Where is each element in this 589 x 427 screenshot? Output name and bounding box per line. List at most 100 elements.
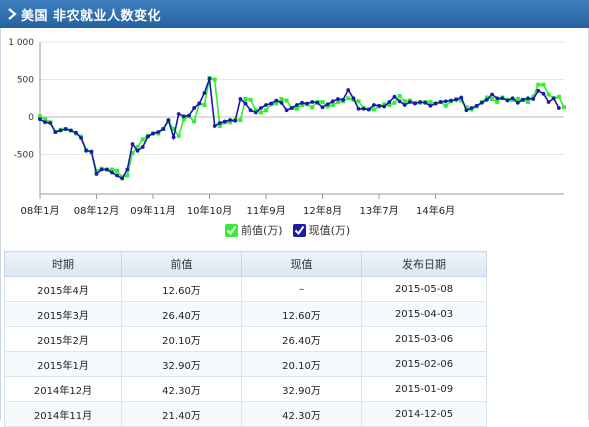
data-point-curr xyxy=(459,95,464,100)
cell-date: 2015-04-03 xyxy=(361,301,487,327)
data-point-curr xyxy=(433,101,438,106)
data-point-prev xyxy=(294,106,299,111)
data-point-curr xyxy=(207,76,212,81)
data-point-curr xyxy=(541,91,546,96)
cell-period: 2015年3月 xyxy=(4,301,122,327)
data-point-prev xyxy=(330,103,335,107)
data-point-curr xyxy=(181,114,186,119)
data-point-prev xyxy=(238,118,243,122)
data-point-prev xyxy=(392,100,397,105)
cell-curr: – xyxy=(241,276,362,302)
page-title: 美国 非农就业人数变化 xyxy=(21,8,162,24)
x-tick-label: 08年1月 xyxy=(20,204,59,217)
data-point-curr xyxy=(192,106,197,110)
cell-curr: 20.10万 xyxy=(241,351,362,377)
data-point-curr xyxy=(521,97,525,102)
cell-date: 2014-12-05 xyxy=(361,401,487,427)
cell-prev: 21.40万 xyxy=(121,401,242,427)
series-line-prev xyxy=(39,76,565,178)
data-point-curr xyxy=(449,98,453,103)
data-point-curr xyxy=(161,127,166,131)
data-point-curr xyxy=(402,103,407,107)
legend-item-curr[interactable]: 现值(万) xyxy=(292,222,351,238)
data-point-curr xyxy=(443,99,448,104)
data-table: 时期 前值 现值 发布日期 2015年4月 12.60万 – 2015-05-0… xyxy=(4,251,487,427)
data-point-curr xyxy=(176,112,181,116)
data-point-curr xyxy=(295,103,299,107)
data-point-curr xyxy=(151,131,155,136)
data-point-prev xyxy=(202,103,207,107)
cell-prev: 20.10万 xyxy=(121,326,242,352)
data-point-prev xyxy=(284,98,289,103)
data-point-curr xyxy=(372,103,376,107)
data-point-curr xyxy=(171,135,176,140)
data-point-prev xyxy=(264,108,268,113)
cell-date: 2015-01-09 xyxy=(361,376,487,402)
chevron-right-icon xyxy=(8,8,17,20)
data-point-curr xyxy=(366,107,371,112)
x-tick-label: 09年11月 xyxy=(130,204,175,217)
data-point-curr xyxy=(315,100,320,105)
cell-prev: 26.40万 xyxy=(121,301,242,327)
x-tick-label: 10年10月 xyxy=(187,204,232,217)
data-point-curr xyxy=(253,110,258,115)
data-point-prev xyxy=(515,97,520,101)
chart-header: 美国 非农就业人数变化 xyxy=(0,0,589,28)
data-point-curr xyxy=(238,97,243,101)
legend-item-prev[interactable]: 前值(万) xyxy=(225,222,283,238)
data-point-curr xyxy=(490,92,494,97)
data-point-curr xyxy=(361,106,366,111)
data-point-prev xyxy=(546,92,551,97)
data-point-curr xyxy=(217,121,222,125)
data-point-curr xyxy=(387,100,392,104)
legend-label-prev: 前值(万) xyxy=(241,224,283,237)
x-tick-label: 14年6月 xyxy=(416,204,455,217)
data-point-prev xyxy=(428,100,433,104)
x-tick-label: 12年8月 xyxy=(303,204,342,217)
data-point-curr xyxy=(197,101,202,106)
data-point-curr xyxy=(248,108,253,113)
chart-series xyxy=(38,76,566,181)
y-tick-label: 500 xyxy=(17,76,34,86)
table-row: 2014年12月 42.30万 32.90万 2015-01-09 xyxy=(4,376,487,402)
data-point-curr xyxy=(300,100,304,105)
data-point-curr xyxy=(130,142,135,146)
data-point-curr xyxy=(202,91,207,95)
cell-date: 2015-02-06 xyxy=(361,351,487,377)
data-point-curr xyxy=(392,94,397,99)
data-point-curr xyxy=(48,121,53,125)
data-point-curr xyxy=(140,145,145,149)
table-header-row: 时期 前值 现值 发布日期 xyxy=(4,251,487,277)
y-tick-label: 0 xyxy=(28,113,34,123)
data-point-prev xyxy=(536,82,541,87)
data-point-curr xyxy=(531,97,536,101)
x-tick-label: 13年7月 xyxy=(360,204,399,217)
data-point-curr xyxy=(38,117,42,122)
cell-prev: 12.60万 xyxy=(121,276,242,302)
data-point-curr xyxy=(546,100,551,104)
data-point-curr xyxy=(74,130,78,135)
data-point-curr xyxy=(89,149,94,154)
data-point-prev xyxy=(140,137,145,142)
data-point-prev xyxy=(279,97,284,101)
col-header-curr: 现值 xyxy=(241,251,362,277)
cell-date: 2015-03-06 xyxy=(361,326,487,352)
cell-date: 2015-05-08 xyxy=(361,276,487,302)
data-point-curr xyxy=(68,128,73,133)
legend-label-curr: 现值(万) xyxy=(308,224,351,237)
data-point-curr xyxy=(79,136,83,140)
data-point-curr xyxy=(377,103,381,108)
data-point-curr xyxy=(284,108,289,113)
data-point-curr xyxy=(438,100,443,104)
data-point-prev xyxy=(526,100,530,104)
cell-period: 2015年4月 xyxy=(4,276,122,302)
data-point-curr xyxy=(99,167,104,172)
col-header-date: 发布日期 xyxy=(361,251,487,277)
chart-legend: 前值(万) 现值(万) xyxy=(225,222,360,238)
data-point-curr xyxy=(269,101,274,106)
data-point-curr xyxy=(505,98,510,103)
data-point-prev xyxy=(115,169,120,173)
table-row: 2015年4月 12.60万 – 2015-05-08 xyxy=(4,276,487,302)
data-point-curr xyxy=(500,96,505,101)
data-point-curr xyxy=(63,127,68,131)
